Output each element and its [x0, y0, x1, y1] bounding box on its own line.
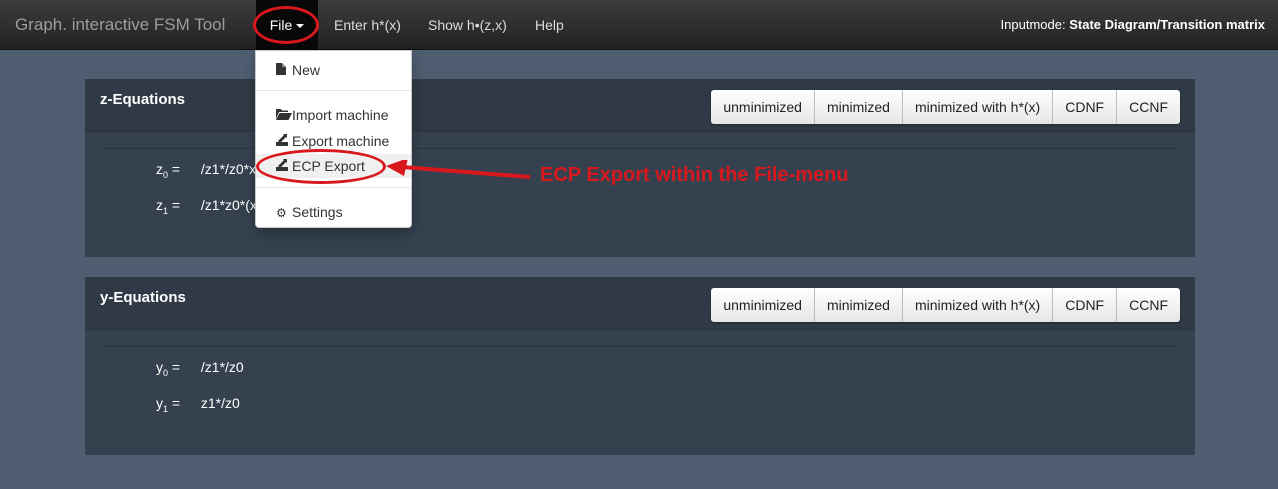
- nav-enter-h[interactable]: Enter h*(x): [334, 0, 401, 50]
- menu-item-import-machine[interactable]: Import machine: [256, 103, 411, 127]
- nav-help[interactable]: Help: [535, 0, 564, 50]
- cdnf-button[interactable]: CDNF: [1053, 90, 1118, 124]
- brand-title[interactable]: Graph. interactive FSM Tool: [15, 15, 225, 35]
- nav-show-h[interactable]: Show h•(z,x): [428, 0, 507, 50]
- menu-item-label: Settings: [292, 204, 343, 220]
- equation-expression: /z1*/z0: [200, 359, 244, 375]
- menu-item-settings[interactable]: ⚙ Settings: [256, 200, 411, 224]
- minimized-with-h-button[interactable]: minimized with h*(x): [902, 90, 1054, 124]
- inputmode-value: State Diagram/Transition matrix: [1069, 17, 1265, 32]
- equation-row: z1 = /z1*z0*(x: [156, 197, 257, 216]
- equation-variable: y0 =: [156, 359, 181, 378]
- annotation-arrow-icon: [386, 160, 531, 179]
- equation-expression: /z1*/z0*x: [200, 161, 257, 177]
- file-icon: [276, 59, 292, 83]
- minimized-with-h-button[interactable]: minimized with h*(x): [902, 288, 1054, 322]
- equation-row: z0 = /z1*/z0*x: [156, 161, 256, 180]
- equation-row: y1 = z1*/z0: [156, 395, 240, 414]
- navbar: Graph. interactive FSM Tool File Enter h…: [0, 0, 1278, 50]
- y-equations-panel: y-Equations unminimized minimized minimi…: [85, 277, 1195, 455]
- panel-heading: z-Equations unminimized minimized minimi…: [85, 79, 1195, 132]
- folder-open-icon: [276, 104, 292, 128]
- gear-icon: ⚙: [276, 206, 287, 220]
- minimize-button-group: unminimized minimized minimized with h*(…: [711, 288, 1180, 322]
- equation-row: y0 = /z1*/z0: [156, 359, 244, 378]
- equation-variable: z0 =: [156, 161, 181, 180]
- menu-divider: [256, 90, 411, 91]
- menu-item-label: Import machine: [292, 107, 389, 123]
- menu-item-label: Export machine: [292, 133, 390, 149]
- cdnf-button[interactable]: CDNF: [1053, 288, 1118, 322]
- ccnf-button[interactable]: CCNF: [1117, 288, 1180, 322]
- file-highlight-ring: [253, 6, 319, 44]
- equation-variable: y1 =: [156, 395, 181, 414]
- panel-heading: y-Equations unminimized minimized minimi…: [85, 277, 1195, 330]
- equation-expression: z1*/z0: [200, 395, 240, 411]
- unminimized-button[interactable]: unminimized: [711, 90, 815, 124]
- ccnf-button[interactable]: CCNF: [1117, 90, 1180, 124]
- equation-expression: /z1*z0*(x: [200, 197, 257, 213]
- minimize-button-group: unminimized minimized minimized with h*(…: [711, 90, 1180, 124]
- ecp-highlight-ring: [256, 149, 386, 184]
- equation-variable: z1 =: [156, 197, 181, 216]
- panel-title: y-Equations: [100, 289, 186, 306]
- unminimized-button[interactable]: unminimized: [711, 288, 815, 322]
- menu-item-label: New: [292, 62, 321, 78]
- inputmode-indicator[interactable]: Inputmode: State Diagram/Transition matr…: [1001, 17, 1265, 32]
- annotation-text: ECP Export within the File-menu: [540, 164, 849, 186]
- minimized-button[interactable]: minimized: [814, 288, 903, 322]
- panel-title: z-Equations: [100, 91, 185, 108]
- minimized-button[interactable]: minimized: [814, 90, 903, 124]
- divider: [100, 346, 1180, 347]
- inputmode-label: Inputmode:: [1000, 17, 1066, 32]
- file-dropdown-menu: New Import machine Export machine ECP Ex…: [255, 50, 412, 228]
- menu-item-new[interactable]: New: [256, 58, 411, 82]
